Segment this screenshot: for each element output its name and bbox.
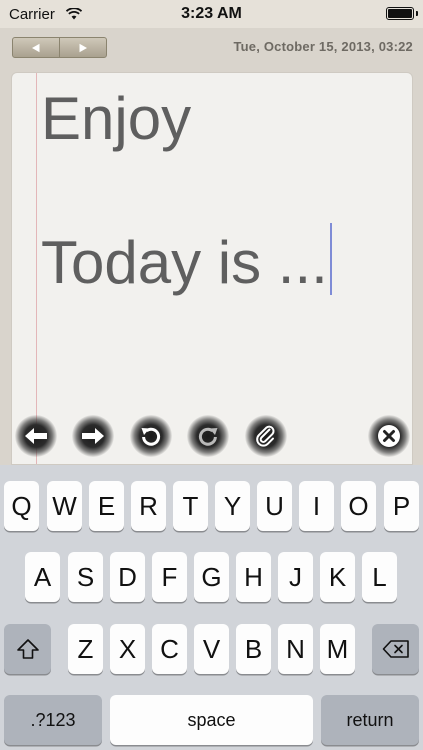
key-w[interactable]: W — [47, 481, 82, 531]
key-j[interactable]: J — [278, 552, 313, 602]
text-cursor — [329, 223, 332, 295]
shift-icon — [16, 639, 39, 659]
page-navigation-control — [12, 37, 107, 58]
key-l[interactable]: L — [362, 552, 397, 602]
key-s[interactable]: S — [68, 552, 103, 602]
backspace-icon — [382, 640, 409, 658]
triangle-right-icon — [79, 43, 87, 52]
return-key[interactable]: return — [321, 695, 419, 745]
key-g[interactable]: G — [194, 552, 229, 602]
key-b[interactable]: B — [236, 624, 271, 674]
arrow-right-icon — [82, 428, 104, 444]
battery-icon — [386, 7, 418, 20]
clock: 3:23 AM — [181, 5, 242, 22]
key-u[interactable]: U — [257, 481, 292, 531]
key-d[interactable]: D — [110, 552, 145, 602]
keyboard: Q W E R T Y U I O P A S D F G H J K L Z … — [0, 465, 423, 750]
key-t[interactable]: T — [173, 481, 208, 531]
note-editor[interactable]: Enjoy Today is ... — [11, 72, 413, 465]
redo-button[interactable] — [187, 415, 229, 457]
key-n[interactable]: N — [278, 624, 313, 674]
numbers-key[interactable]: .?123 — [4, 695, 102, 745]
dismiss-keyboard-button[interactable] — [368, 415, 410, 457]
key-r[interactable]: R — [131, 481, 166, 531]
redo-icon — [198, 427, 218, 446]
shift-key[interactable] — [4, 624, 51, 674]
margin-line — [36, 73, 37, 464]
note-date: Tue, October 15, 2013, 03:22 — [233, 39, 413, 54]
nav-bar: Tue, October 15, 2013, 03:22 — [0, 28, 423, 70]
key-e[interactable]: E — [89, 481, 124, 531]
key-y[interactable]: Y — [215, 481, 250, 531]
key-i[interactable]: I — [299, 481, 334, 531]
note-line: Today is ... — [41, 229, 328, 296]
triangle-left-icon — [32, 43, 40, 52]
note-line: Enjoy — [41, 85, 192, 152]
cursor-right-button[interactable] — [72, 415, 114, 457]
key-f[interactable]: F — [152, 552, 187, 602]
arrow-left-icon — [25, 428, 47, 444]
note-line-current: Today is ... — [41, 223, 332, 299]
key-h[interactable]: H — [236, 552, 271, 602]
key-q[interactable]: Q — [4, 481, 39, 531]
attach-button[interactable] — [245, 415, 287, 457]
key-z[interactable]: Z — [68, 624, 103, 674]
key-m[interactable]: M — [320, 624, 355, 674]
previous-page-button[interactable] — [13, 38, 59, 57]
next-page-button[interactable] — [59, 38, 106, 57]
delete-key[interactable] — [372, 624, 419, 674]
key-v[interactable]: V — [194, 624, 229, 674]
space-key[interactable]: space — [110, 695, 313, 745]
key-o[interactable]: O — [341, 481, 376, 531]
note-text[interactable]: Enjoy Today is ... — [41, 83, 332, 299]
cursor-left-button[interactable] — [15, 415, 57, 457]
key-c[interactable]: C — [152, 624, 187, 674]
note-line — [41, 155, 332, 227]
key-p[interactable]: P — [384, 481, 419, 531]
undo-icon — [141, 427, 161, 446]
key-k[interactable]: K — [320, 552, 355, 602]
key-a[interactable]: A — [25, 552, 60, 602]
status-bar: Carrier 3:23 AM — [0, 0, 423, 28]
editing-toolbar — [0, 412, 423, 462]
close-icon — [378, 425, 400, 447]
key-x[interactable]: X — [110, 624, 145, 674]
undo-button[interactable] — [130, 415, 172, 457]
paperclip-icon — [256, 425, 275, 447]
